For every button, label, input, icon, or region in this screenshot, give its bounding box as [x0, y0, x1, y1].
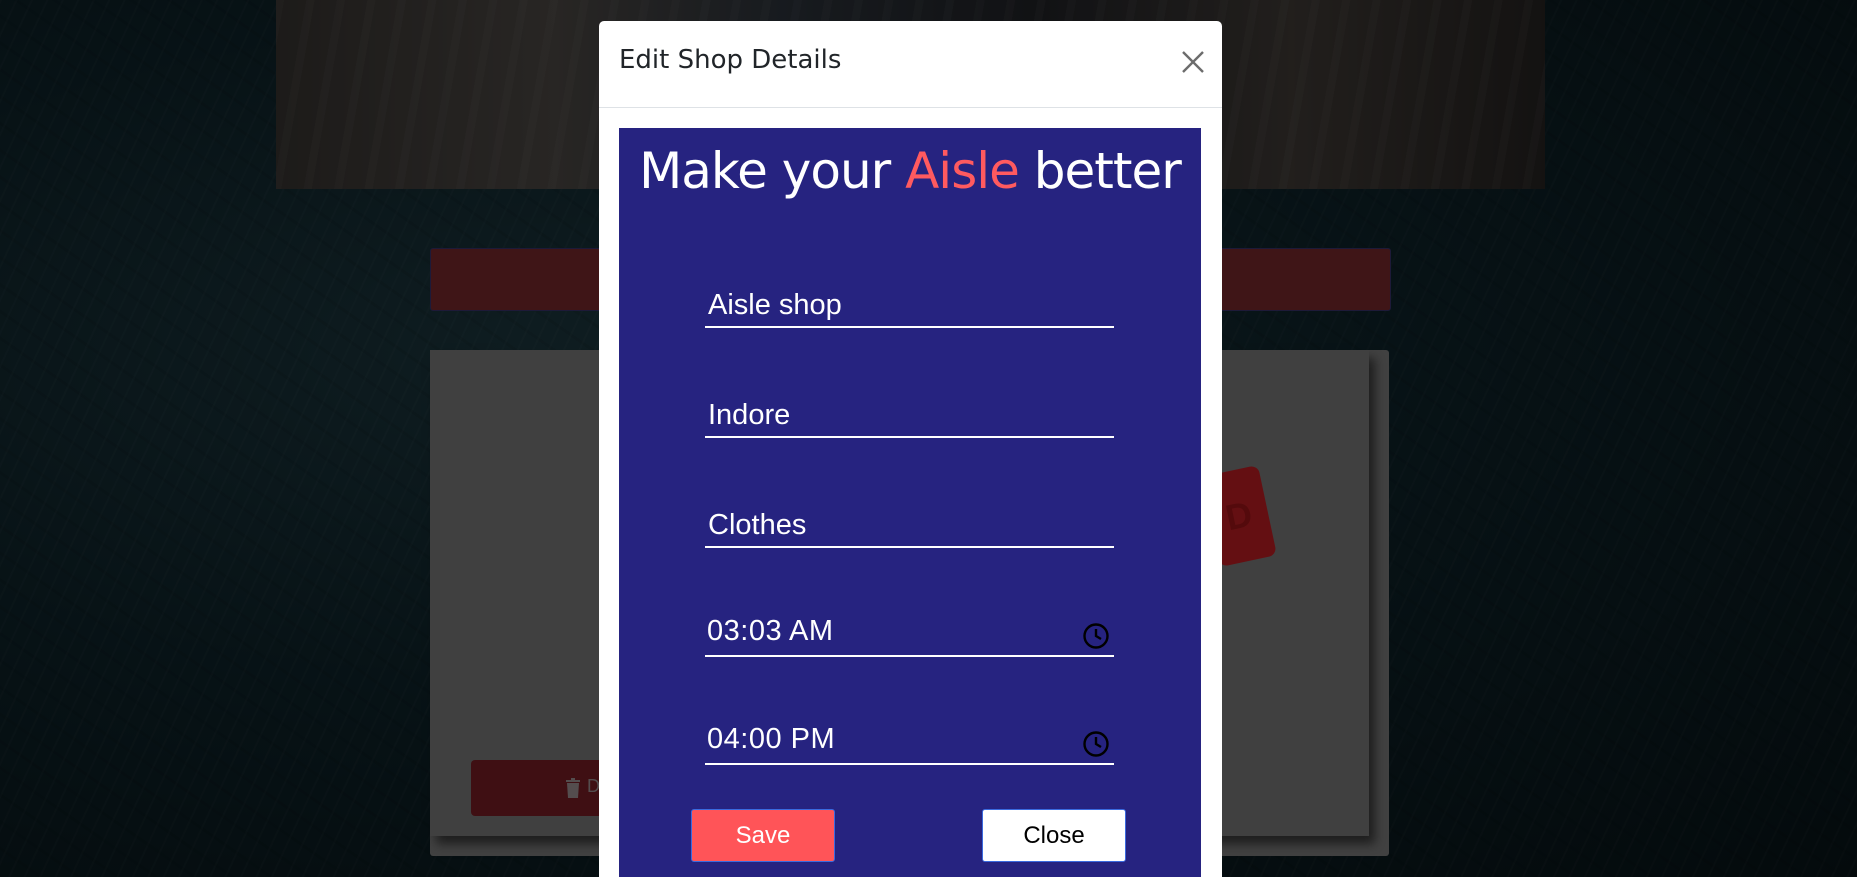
closing-time-input[interactable]: 04:00 PM — [705, 721, 1114, 765]
closing-time-value: 04:00 PM — [707, 723, 836, 755]
form-headline: Make your Aisle better — [619, 142, 1201, 200]
save-button[interactable]: Save — [691, 809, 835, 862]
category-input[interactable] — [705, 504, 1114, 546]
close-button[interactable]: Close — [982, 809, 1126, 862]
edit-shop-modal: Edit Shop Details Make your Aisle better — [599, 21, 1222, 877]
headline-accent: Aisle — [905, 142, 1020, 200]
modal-header: Edit Shop Details — [599, 21, 1222, 108]
modal-close-x-button[interactable] — [1180, 49, 1206, 75]
opening-time-input[interactable]: 03:03 AM — [705, 613, 1114, 657]
opening-time-value: 03:03 AM — [707, 615, 834, 647]
headline-prefix: Make your — [639, 142, 906, 200]
edit-shop-form: Make your Aisle better 03:03 AM 04:00 PM — [619, 128, 1201, 877]
clock-icon[interactable] — [1082, 622, 1110, 650]
headline-suffix: better — [1018, 142, 1182, 200]
modal-title: Edit Shop Details — [619, 45, 842, 75]
clock-icon[interactable] — [1082, 730, 1110, 758]
page-background: D D Edit Shop Details — [0, 0, 1857, 877]
category-field — [705, 504, 1114, 548]
close-icon — [1182, 51, 1204, 73]
shop-name-field — [705, 284, 1114, 328]
city-field — [705, 394, 1114, 438]
shop-name-input[interactable] — [705, 284, 1114, 326]
city-input[interactable] — [705, 394, 1114, 436]
